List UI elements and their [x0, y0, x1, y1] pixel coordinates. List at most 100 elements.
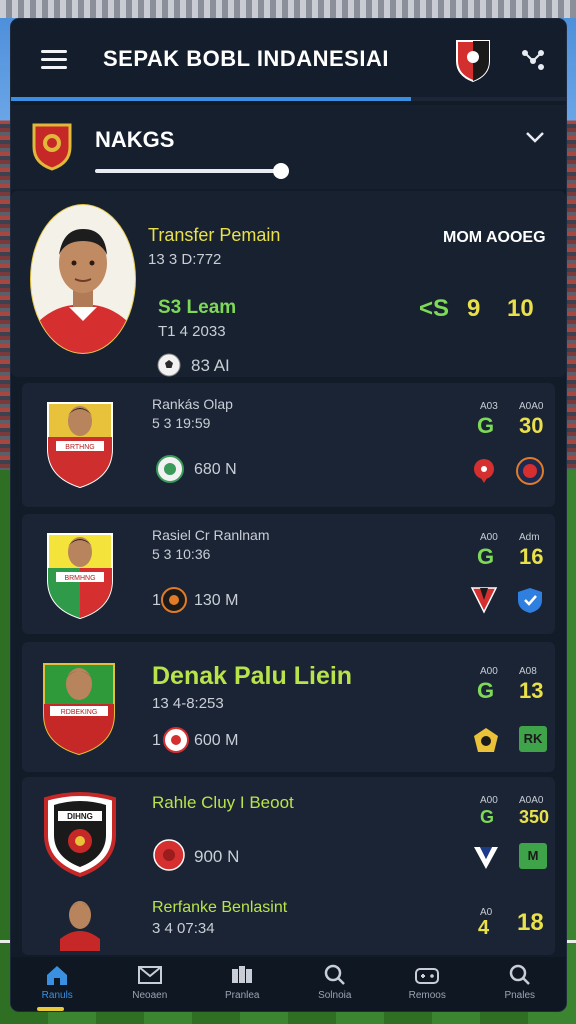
card-title: Rasiel Cr Ranlnam [152, 527, 270, 543]
col1-value: G [480, 807, 495, 827]
bottom-nav: Ranuls Neoaen Pranlea Solnoia Remoos Pna… [11, 957, 566, 1011]
status-badge: RK [519, 726, 547, 752]
chevron-down-icon[interactable] [523, 125, 547, 149]
card-title: Rankás Olap [152, 396, 233, 412]
col1-head: A03 [480, 401, 498, 412]
share-icon[interactable] [519, 47, 547, 71]
club-emblem-icon[interactable] [516, 457, 544, 485]
menu-icon[interactable] [41, 50, 67, 70]
grid-icon [232, 966, 253, 983]
slider-knob[interactable] [273, 163, 289, 179]
search-icon [324, 964, 345, 985]
card-time: 5 3 10:36 [152, 546, 211, 562]
col1-value: G [477, 544, 495, 569]
col2-value: 13 [519, 678, 544, 703]
col1-value: G [477, 678, 495, 703]
card-title: Rerfanke Benlasint [152, 899, 288, 916]
nav-item-mail[interactable]: Neoaen [104, 957, 197, 1011]
list-item[interactable]: DIHNG Rahle Cluy I Beoot 900 N A00 G A0A… [22, 777, 555, 955]
badge-text: BRMHNG [64, 575, 95, 582]
player-badge: RDBEKING [43, 663, 115, 756]
card-meta: 600 M [194, 732, 239, 749]
col2-value: 18 [517, 909, 544, 936]
badge-text: BRTHNG [65, 444, 94, 451]
card-meta: 130 M [194, 592, 239, 609]
mail-icon [137, 966, 162, 984]
home-icon [47, 966, 68, 985]
card-title: Denak Palu Liein [152, 662, 353, 690]
card-time: 13 4-8:253 [152, 695, 224, 712]
card-time: 3 4 07:34 [152, 920, 215, 937]
app-title: SEPAK BOBL INDANESIAI [103, 46, 389, 71]
ball-icon [157, 353, 181, 377]
app-panel: SEPAK BOBL INDANESIAI NAKGS Transfer Pem… [11, 19, 566, 1011]
club-crest-icon[interactable] [455, 37, 491, 83]
card-meta-prefix: 1 [152, 732, 161, 749]
card-meta: 680 N [194, 461, 237, 478]
col2-value: 30 [519, 413, 544, 438]
nav-item-games[interactable]: Remoos [381, 957, 474, 1011]
featured-transfer-card[interactable]: Transfer Pemain 13 3 D:772 S3 Leam T1 4 … [11, 191, 566, 377]
club-slider[interactable] [95, 163, 289, 179]
col2-head: A08 [519, 666, 537, 677]
shield-icon[interactable] [516, 586, 544, 614]
featured-subtitle: 13 3 D:772 [148, 251, 222, 268]
featured-stat-symbol: <S [419, 295, 450, 322]
featured-meta: 83 AI [191, 356, 230, 375]
featured-stat-a: 9 [467, 295, 481, 322]
nav-label: Remoos [408, 990, 446, 1001]
featured-title: Transfer Pemain [148, 225, 281, 245]
col1-head: A00 [480, 795, 498, 806]
col2-head: Adm [519, 532, 540, 543]
list-item[interactable]: BRMHNG Rasiel Cr Ranlnam 5 3 10:36 1 130… [22, 514, 555, 634]
search-icon [509, 964, 530, 985]
loading-progress [11, 97, 566, 101]
featured-right-label: MOM AOOEG [443, 229, 546, 246]
club-logo-icon [161, 587, 187, 613]
nav-label: Ranuls [41, 990, 73, 1001]
club-logo-icon [153, 839, 185, 871]
gamepad-icon [415, 968, 440, 984]
badge-text: RDBEKING [61, 709, 98, 716]
location-pin-icon[interactable] [470, 457, 498, 485]
col1-value: 4 [478, 917, 490, 939]
club-logo-icon [163, 727, 189, 753]
nav-item-search-2[interactable]: Pnales [474, 957, 567, 1011]
col2-value: 350 [519, 807, 550, 827]
top-bar: SEPAK BOBL INDANESIAI [11, 19, 566, 101]
club-selector[interactable]: NAKGS [11, 105, 566, 189]
featured-stat-b: 10 [507, 295, 534, 322]
nav-item-grid[interactable]: Pranlea [196, 957, 289, 1011]
featured-value-label: S3 Leam [158, 297, 237, 318]
check-v-icon[interactable] [472, 843, 500, 871]
list-item[interactable]: BRTHNG Rankás Olap 5 3 19:59 680 N A03 G… [22, 383, 555, 507]
player-badge: BRMHNG [47, 533, 113, 620]
crest-text: DIHNG [67, 812, 93, 821]
club-logo-icon [156, 455, 184, 483]
card-time: 5 3 19:59 [152, 415, 211, 431]
status-badge: M [519, 843, 547, 869]
nav-label: Pnales [504, 990, 536, 1001]
nav-label: Neoaen [132, 990, 168, 1001]
nav-label: Pranlea [225, 990, 260, 1001]
card-title: Rahle Cluy I Beoot [152, 793, 294, 812]
col1-value: G [477, 413, 495, 438]
soccer-ball-icon[interactable] [472, 726, 500, 754]
player-badge: BRTHNG [47, 402, 113, 489]
player-portrait [60, 901, 100, 951]
col2-value: 16 [519, 544, 544, 569]
club-crest: DIHNG [44, 792, 116, 877]
nav-item-home[interactable]: Ranuls [11, 957, 104, 1011]
stadium-roof [0, 0, 576, 18]
club-crest-icon [32, 123, 72, 171]
list-item[interactable]: RDBEKING Denak Palu Liein 13 4-8:253 1 6… [22, 642, 555, 772]
nav-item-search[interactable]: Solnoia [289, 957, 382, 1011]
col1-head: A00 [480, 532, 498, 543]
active-indicator [37, 1007, 64, 1011]
pennant-icon[interactable] [470, 586, 498, 614]
col1-head: A00 [480, 666, 498, 677]
player-portrait [30, 204, 136, 354]
col2-head: A0A0 [519, 401, 544, 412]
col2-head: A0A0 [519, 795, 544, 806]
card-meta: 900 N [194, 847, 240, 866]
